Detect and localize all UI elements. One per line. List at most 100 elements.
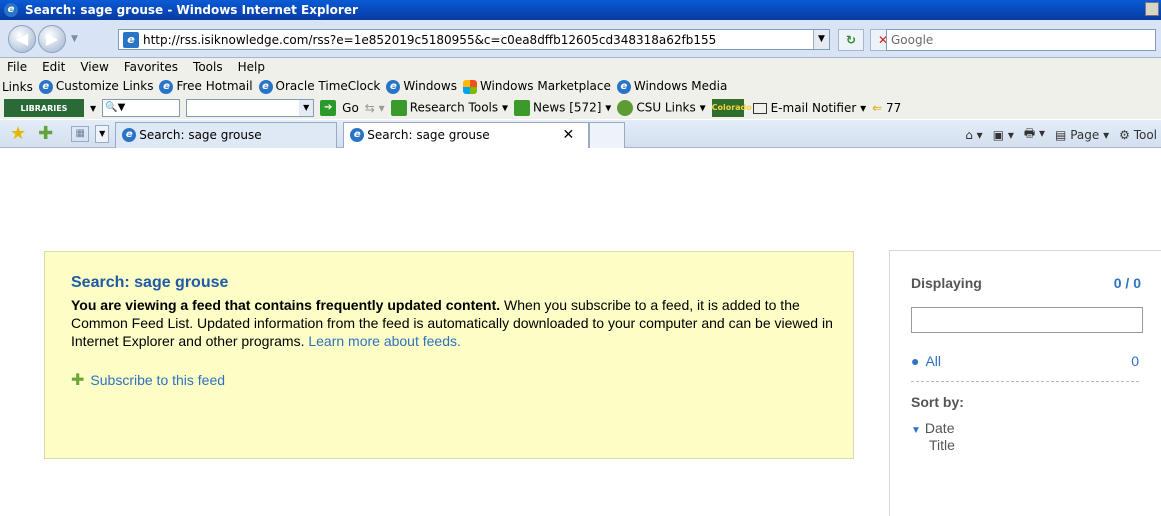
libraries-dropdown-icon[interactable]: ▼ [90,104,96,113]
command-bar: ⌂ ▾ ▣ ▾ 🖶 ▾ ▤ Page ▾ ⚙ Tool [965,124,1157,145]
link-customize-label[interactable]: Customize Links [56,79,154,93]
link-windows[interactable]: e Windows [386,79,457,94]
forward-button[interactable]: ▶ [38,25,66,53]
library-search-input[interactable] [186,99,315,117]
menu-favorites[interactable]: Favorites [119,60,188,74]
learn-more-link[interactable]: Learn more about feeds. [308,333,461,349]
link-windows-label[interactable]: Windows [403,79,457,93]
history-dropdown-icon[interactable]: ▼ [71,34,78,44]
menu-tools[interactable]: Tools [188,60,233,74]
csu-icon [617,100,634,116]
feed-sidebar: Displaying 0 / 0 ● All 0 Sort by: ▼ Date … [889,250,1161,516]
tab-list-dropdown-icon[interactable]: ▼ [95,124,110,143]
link-marketplace-label[interactable]: Windows Marketplace [480,79,611,93]
new-tab-button[interactable] [589,121,626,148]
colorado-state-logo[interactable]: Colorado State [711,99,752,130]
address-dropdown-icon[interactable]: ▼ [813,30,829,49]
windows-logo-icon [462,79,477,94]
address-field[interactable]: e http://rss.isiknowledge.com/rss?e=1e85… [118,29,830,50]
menu-file[interactable]: File [2,60,37,74]
sort-by-label: Sort by: [911,394,964,410]
window-title-bar: e Search: sage grouse - Windows Internet… [0,0,1161,20]
menu-view[interactable]: View [75,60,118,74]
research-tools-label[interactable]: Research Tools [410,101,498,115]
favorites-star-icon[interactable]: ★ [10,123,26,144]
extra-toolbar-item[interactable]: ⇐ 77 [872,101,901,115]
ie-page-icon: e [38,79,53,94]
tab-bar: ★ ✚ ▦ ▼ e Search: sage grouse e Search: … [0,120,1161,148]
add-favorites-icon[interactable]: ✚ [38,123,53,144]
feeds-icon[interactable]: ▣ ▾ [993,128,1014,142]
sort-date[interactable]: ▼ Date [911,420,1161,436]
home-icon[interactable]: ⌂ ▾ [965,128,982,142]
displaying-label: Displaying [911,275,982,291]
tab-search-2[interactable]: e Search: sage grouse ✕ [343,121,590,148]
link-hotmail-label[interactable]: Free Hotmail [176,79,252,93]
feed-title: Search: sage grouse [71,274,229,291]
arrows-icon[interactable]: ⇆ ▾ [365,101,385,115]
ie-page-icon: e [258,79,273,94]
close-tab-icon[interactable]: ✕ [563,127,575,143]
feed-description: You are viewing a feed that contains fre… [71,296,841,350]
ie-page-icon: e [616,79,631,94]
link-media[interactable]: e Windows Media [616,79,727,94]
displaying-row: Displaying 0 / 0 [911,275,1161,291]
tab-search-2-label[interactable]: Search: sage grouse [367,128,489,142]
search-engine-combo[interactable]: 🔍▼ [102,99,181,117]
news-button[interactable]: News [572] ▾ [513,100,611,116]
minimize-button[interactable] [1145,2,1159,16]
tools-menu-label[interactable]: Tool [1134,128,1157,142]
ie-page-icon: e [350,128,365,142]
feed-intro: You are viewing a feed that contains fre… [71,297,501,313]
sort-descending-icon: ▼ [911,425,921,436]
feed-info-box: Search: sage grouse You are viewing a fe… [44,251,854,459]
link-hotmail[interactable]: e Free Hotmail [159,79,253,94]
email-notifier-label[interactable]: E-mail Notifier [771,101,857,115]
menu-help[interactable]: Help [233,60,275,74]
quick-tabs-icon[interactable]: ▦ [71,125,90,142]
subscribe-link[interactable]: ✚ Subscribe to this feed [71,370,827,390]
ie-page-icon: e [386,79,401,94]
news-icon [513,100,530,116]
library-toolbar: LIBRARIES ▼ 🔍▼ ➔ Go ⇆ ▾ Research Tools ▾… [0,97,1161,130]
research-tools-button[interactable]: Research Tools ▾ [390,100,508,116]
email-notifier-button[interactable]: E-mail Notifier ▾ [752,101,866,115]
link-media-label[interactable]: Windows Media [634,79,727,93]
tab-search-1-label[interactable]: Search: sage grouse [139,128,261,142]
news-label[interactable]: News [572] [533,101,602,115]
search-input[interactable]: Google [886,29,1156,51]
menu-bar: File Edit View Favorites Tools Help [0,58,1161,76]
add-favorite-icon: ✚ [71,372,85,389]
refresh-button[interactable]: ↻ [838,29,864,51]
bullet-icon: ● [911,353,920,369]
subscribe-label[interactable]: Subscribe to this feed [90,372,225,388]
libraries-logo[interactable]: LIBRARIES [4,99,84,117]
csu-links-label[interactable]: CSU Links [636,101,695,115]
ie-page-icon: e [122,128,137,142]
filter-input[interactable] [911,307,1143,333]
page-menu-label[interactable]: Page [1070,128,1099,142]
filter-all[interactable]: ● All 0 [911,353,1139,369]
displaying-count: 0 / 0 [1113,275,1141,291]
sort-date-label[interactable]: Date [925,420,955,436]
filter-all-label[interactable]: All [925,353,941,369]
divider [911,381,1139,382]
link-marketplace[interactable]: Windows Marketplace [462,79,611,94]
page-menu-button[interactable]: ▤ Page ▾ [1055,128,1109,142]
go-icon[interactable]: ➔ [320,100,337,116]
link-oracle[interactable]: e Oracle TimeClock [258,79,381,94]
back-button[interactable]: ◀ [8,25,36,53]
address-url[interactable]: http://rss.isiknowledge.com/rss?e=1e8520… [143,33,813,47]
envelope-icon [752,103,767,114]
window-title: Search: sage grouse - Windows Internet E… [25,3,358,17]
menu-edit[interactable]: Edit [37,60,75,74]
links-bar: Links e Customize Links e Free Hotmail e Or… [0,76,1161,97]
tab-search-1[interactable]: e Search: sage grouse [115,121,338,148]
link-oracle-label[interactable]: Oracle TimeClock [276,79,381,93]
go-button[interactable]: Go [342,101,359,115]
tools-menu-button[interactable]: ⚙ Tool [1119,128,1157,142]
print-icon[interactable]: 🖶 ▾ [1024,124,1045,145]
link-customize[interactable]: e Customize Links [38,79,154,94]
sort-title[interactable]: Title [929,437,1161,453]
csu-links-button[interactable]: CSU Links ▾ [617,100,706,116]
